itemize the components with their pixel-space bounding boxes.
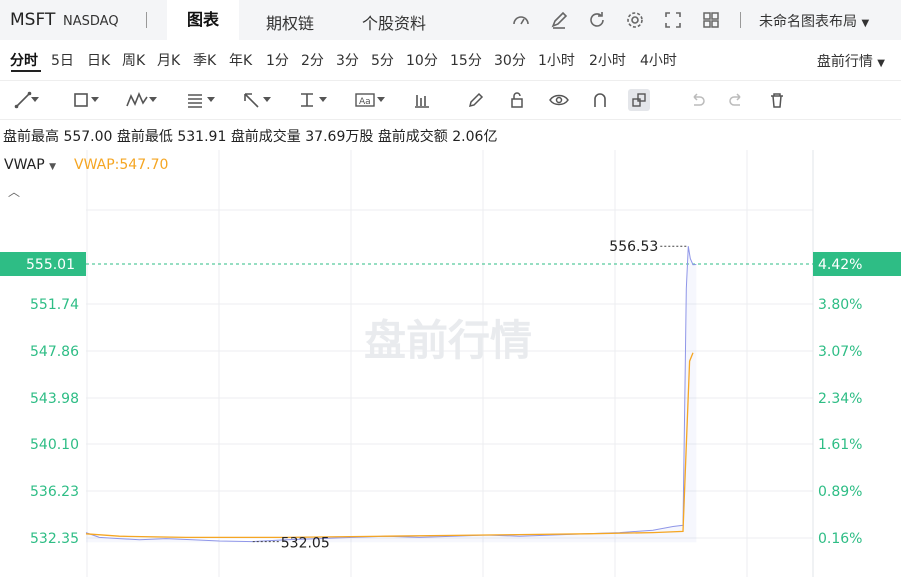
y-tick-label: 536.23 xyxy=(30,484,79,500)
y-tick-label: 543.98 xyxy=(30,391,79,407)
price-series-line xyxy=(85,246,697,543)
y-tick-label: 547.86 xyxy=(30,344,79,360)
chevron-down-icon[interactable] xyxy=(262,89,272,111)
exchange-label: NASDAQ xyxy=(63,14,119,29)
current-pct-label: 4.42% xyxy=(818,257,862,273)
chevron-down-icon[interactable] xyxy=(318,89,328,111)
collapse-icon[interactable]: ︿ xyxy=(8,183,20,200)
chevron-down-icon: ▼ xyxy=(49,162,57,172)
amount-label: 盘前成交额 xyxy=(377,129,448,145)
price-chart[interactable]: 盘前行情 551.74 547.86 543.98 540.10 536.23 532.35… xyxy=(0,150,901,577)
pct-tick-label: 0.16% xyxy=(818,531,862,547)
active-period-underline xyxy=(11,70,41,72)
text-icon[interactable]: Aa xyxy=(354,89,376,111)
pct-tick-label: 3.07% xyxy=(818,344,862,360)
chevron-down-icon: ▼ xyxy=(861,18,870,29)
high-label: 盘前最高 xyxy=(3,129,59,145)
volume-label: 盘前成交量 xyxy=(230,129,301,145)
bar-icon[interactable] xyxy=(411,89,433,111)
period-4hour[interactable]: 4小时 xyxy=(640,50,677,70)
period-day[interactable]: 日K xyxy=(87,50,110,70)
chevron-down-icon[interactable] xyxy=(148,89,158,111)
tab-chart[interactable]: 图表 xyxy=(167,0,240,40)
period-1min[interactable]: 1分 xyxy=(266,50,289,70)
period-week[interactable]: 周K xyxy=(122,50,145,70)
chevron-down-icon[interactable] xyxy=(30,89,40,111)
period-quarter[interactable]: 季K xyxy=(193,50,216,70)
undo-icon[interactable] xyxy=(686,89,708,111)
chevron-down-icon: ▼ xyxy=(877,58,885,69)
pct-tick-label: 0.89% xyxy=(818,484,862,500)
period-2min[interactable]: 2分 xyxy=(301,50,324,70)
vwap-series-line xyxy=(85,352,694,539)
low-marker-label: 532.05 xyxy=(281,536,330,552)
symbol-title: MSFT xyxy=(10,10,56,30)
period-10min[interactable]: 10分 xyxy=(406,50,438,70)
period-year[interactable]: 年K xyxy=(229,50,252,70)
tab-options-chain[interactable]: 期权链 xyxy=(266,10,314,34)
arrow-icon[interactable] xyxy=(240,89,262,111)
tab-company-profile[interactable]: 个股资料 xyxy=(362,10,426,34)
indicator-selector[interactable]: VWAP ▼ xyxy=(4,157,56,173)
session-selector[interactable]: 盘前行情 ▼ xyxy=(817,51,885,71)
divider xyxy=(146,12,147,28)
fibonacci-icon[interactable] xyxy=(184,89,206,111)
y-tick-label: 551.74 xyxy=(30,297,79,313)
pct-tick-label: 3.80% xyxy=(818,297,862,313)
period-5d[interactable]: 5日 xyxy=(51,50,74,70)
pattern-icon[interactable] xyxy=(126,89,148,111)
amount-value: 2.06亿 xyxy=(452,129,498,145)
period-month[interactable]: 月K xyxy=(157,50,180,70)
layout-label: 未命名图表布局 xyxy=(759,14,857,30)
vwap-value: VWAP:547.70 xyxy=(74,157,169,173)
measure-icon[interactable] xyxy=(296,89,318,111)
grid-icon[interactable] xyxy=(700,9,722,31)
period-bar: 分时 5日 日K 周K 月K 季K 年K 1分 2分 3分 5分 10分 15分… xyxy=(0,40,901,78)
chevron-down-icon[interactable] xyxy=(90,89,100,111)
top-bar: MSFT NASDAQ 图表 期权链 个股资料 未命名图表布局 ▼ xyxy=(0,0,901,40)
pct-tick-label: 2.34% xyxy=(818,391,862,407)
high-marker-label: 556.53 xyxy=(609,239,658,255)
settings-icon[interactable] xyxy=(624,9,646,31)
divider xyxy=(740,12,741,28)
period-3min[interactable]: 3分 xyxy=(336,50,359,70)
current-price-label: 555.01 xyxy=(26,257,75,273)
refresh-icon[interactable] xyxy=(586,9,608,31)
period-5min[interactable]: 5分 xyxy=(371,50,394,70)
pencil-icon[interactable] xyxy=(465,89,487,111)
layout-selector[interactable]: 未命名图表布局 ▼ xyxy=(759,11,869,31)
period-1hour[interactable]: 1小时 xyxy=(538,50,575,70)
period-2hour[interactable]: 2小时 xyxy=(589,50,626,70)
high-value: 557.00 xyxy=(63,129,113,145)
low-value: 531.91 xyxy=(177,129,227,145)
chevron-down-icon[interactable] xyxy=(206,89,216,111)
chevron-down-icon[interactable] xyxy=(376,89,386,111)
gauge-icon[interactable] xyxy=(510,9,532,31)
edit-icon[interactable] xyxy=(548,9,570,31)
y-tick-label: 532.35 xyxy=(30,531,79,547)
magnet-icon[interactable] xyxy=(589,89,611,111)
period-15min[interactable]: 15分 xyxy=(450,50,482,70)
fullscreen-icon[interactable] xyxy=(662,9,684,31)
volume-value: 37.69万股 xyxy=(305,129,374,145)
period-timeshare[interactable]: 分时 xyxy=(10,50,38,70)
drawing-toolbar: Aa xyxy=(0,80,901,120)
redo-icon[interactable] xyxy=(726,89,748,111)
period-30min[interactable]: 30分 xyxy=(494,50,526,70)
eye-icon[interactable] xyxy=(548,89,570,111)
pct-tick-label: 1.61% xyxy=(818,437,862,453)
watermark: 盘前行情 xyxy=(364,316,532,365)
low-label: 盘前最低 xyxy=(116,129,173,145)
y-tick-label: 540.10 xyxy=(30,437,79,453)
rectangle-icon[interactable] xyxy=(70,89,92,111)
svg-text:Aa: Aa xyxy=(359,97,371,107)
trash-icon[interactable] xyxy=(766,89,788,111)
indicator-name: VWAP xyxy=(4,157,45,173)
lock-icon[interactable] xyxy=(506,89,528,111)
premarket-stats: 盘前最高 557.00 盘前最低 531.91 盘前成交量 37.69万股 盘前… xyxy=(3,126,497,146)
link-icon[interactable] xyxy=(628,89,650,111)
price-area xyxy=(86,246,697,543)
session-label: 盘前行情 xyxy=(816,54,873,70)
